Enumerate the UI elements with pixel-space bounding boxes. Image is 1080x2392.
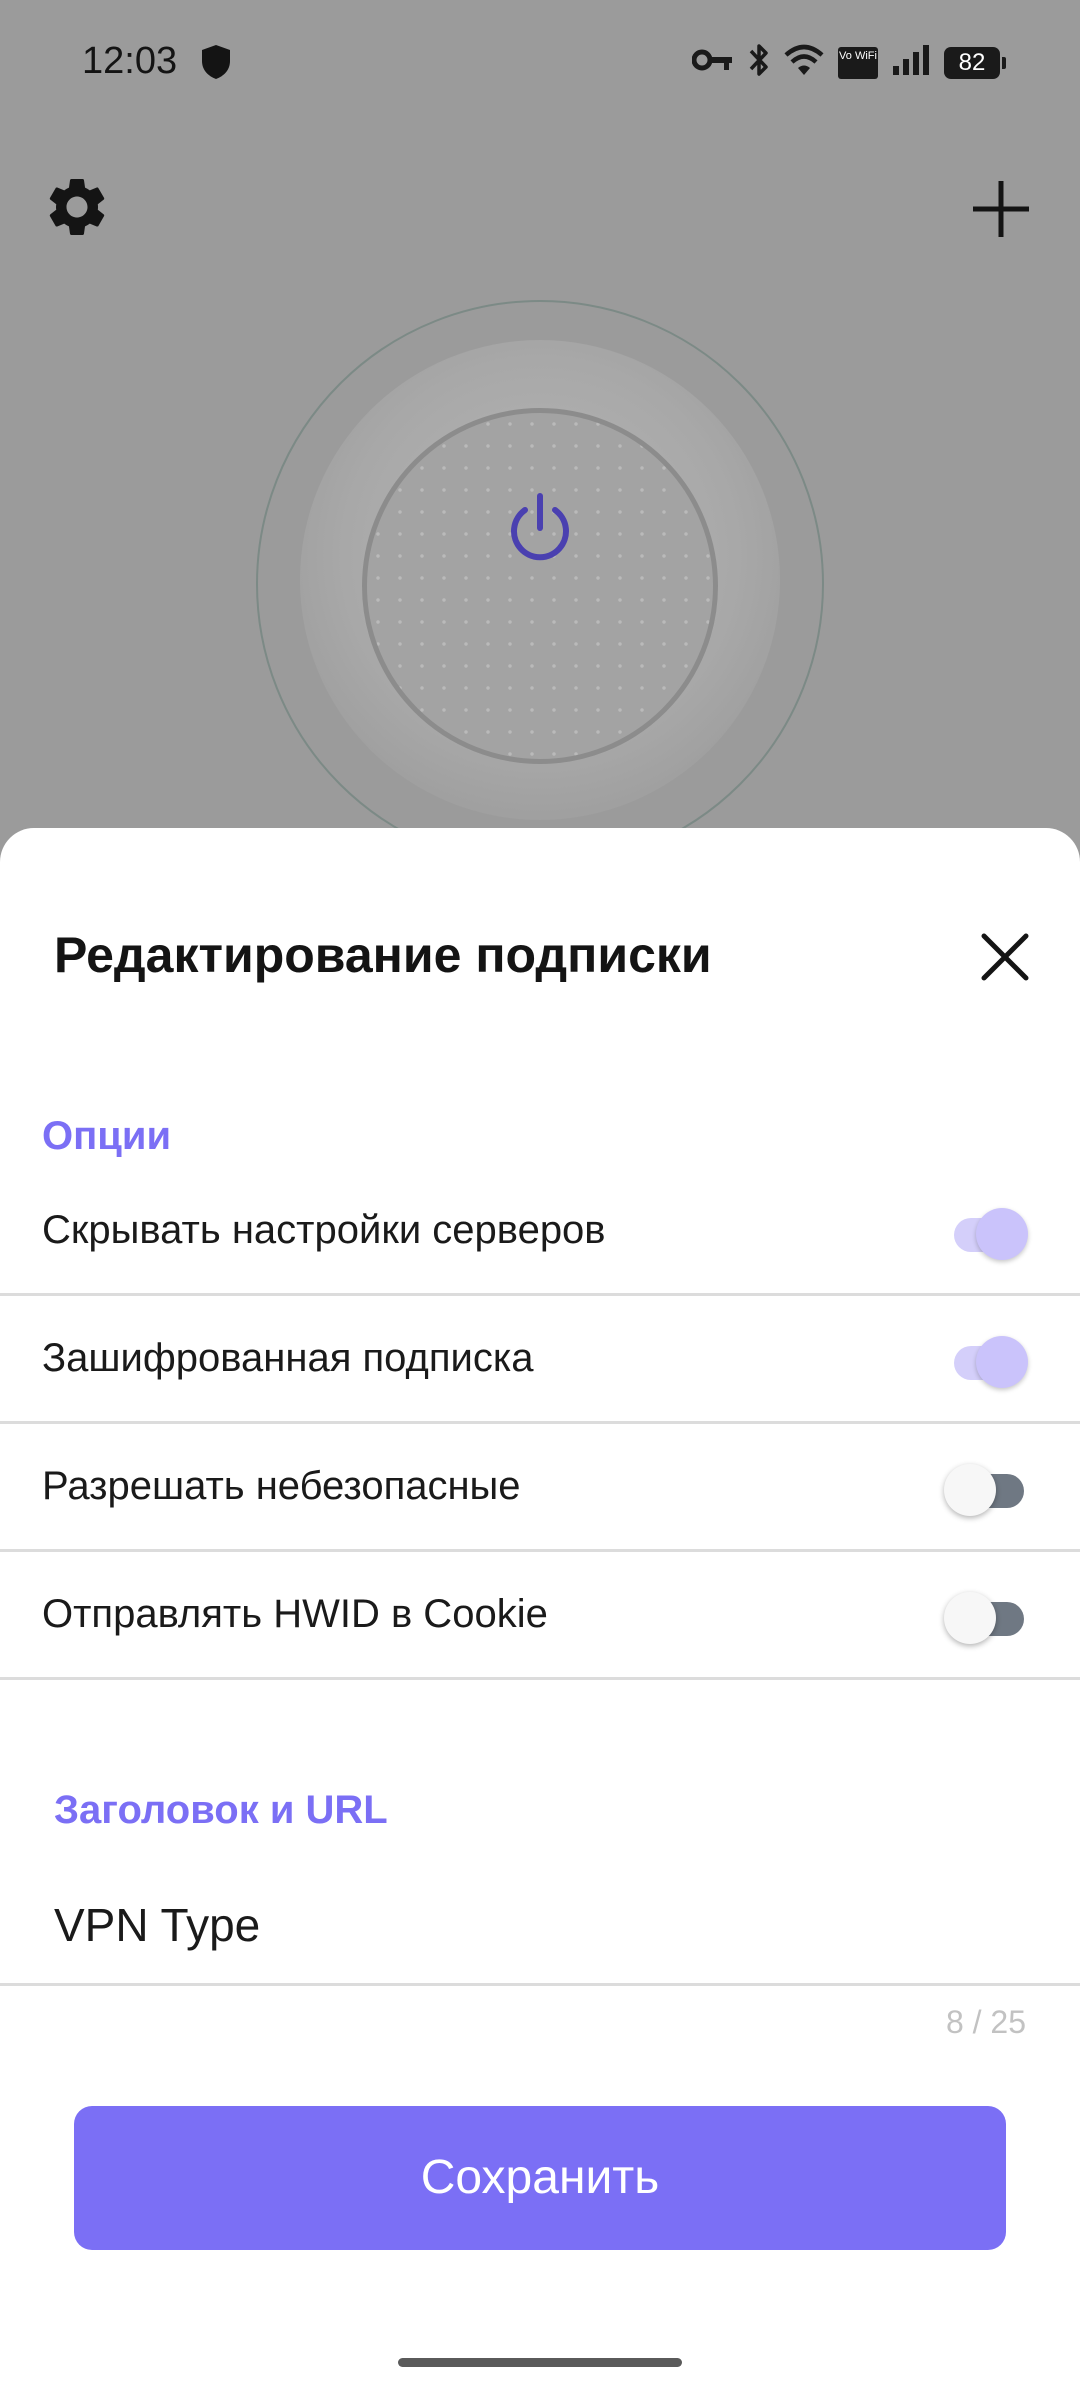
close-icon[interactable] (978, 930, 1032, 989)
option-label: Разрешать небезопасные (42, 1464, 521, 1508)
title-input-value: VPN Type (54, 1899, 261, 1951)
option-row-hide-server-settings[interactable]: Скрывать настройки серверов (0, 1168, 1080, 1296)
vpn-key-icon (691, 47, 734, 78)
toggle-send-hwid[interactable] (944, 1590, 1030, 1644)
home-indicator[interactable] (398, 2358, 682, 2367)
option-label: Скрывать настройки серверов (42, 1208, 606, 1252)
toggle-allow-insecure[interactable] (944, 1462, 1030, 1516)
save-button[interactable]: Сохранить (74, 2106, 1006, 2250)
option-row-send-hwid[interactable]: Отправлять HWID в Cookie (0, 1552, 1080, 1680)
option-label: Отправлять HWID в Cookie (42, 1592, 548, 1636)
option-row-encrypted-subscription[interactable]: Зашифрованная подписка (0, 1296, 1080, 1424)
toggle-hide-server-settings[interactable] (944, 1206, 1030, 1260)
battery-indicator: 82 (944, 46, 1006, 79)
bluetooth-icon (748, 42, 770, 83)
system-icons: Vo WiFi 82 (691, 42, 1006, 83)
char-counter: 8 / 25 (945, 2004, 1026, 2040)
plus-icon[interactable] (970, 178, 1032, 245)
title-input[interactable]: VPN Type (0, 1898, 1080, 1986)
option-label: Зашифрованная подписка (42, 1336, 534, 1380)
signal-icon (892, 44, 930, 81)
connect-button[interactable] (362, 408, 718, 764)
gear-icon[interactable] (42, 172, 112, 247)
vowifi-icon: Vo WiFi (838, 46, 878, 79)
title-url-section-label: Заголовок и URL (54, 1788, 388, 1832)
options-section-label: Опции (42, 1114, 172, 1158)
option-row-allow-insecure[interactable]: Разрешать небезопасные (0, 1424, 1080, 1552)
sheet-title: Редактирование подписки (54, 927, 712, 983)
status-bar: 12:03 Vo WiFi 82 (0, 0, 1080, 130)
wifi-icon (784, 44, 824, 81)
status-time: 12:03 (82, 40, 178, 82)
power-icon[interactable] (500, 488, 580, 573)
shield-icon (200, 44, 232, 85)
toggle-encrypted-subscription[interactable] (944, 1334, 1030, 1388)
